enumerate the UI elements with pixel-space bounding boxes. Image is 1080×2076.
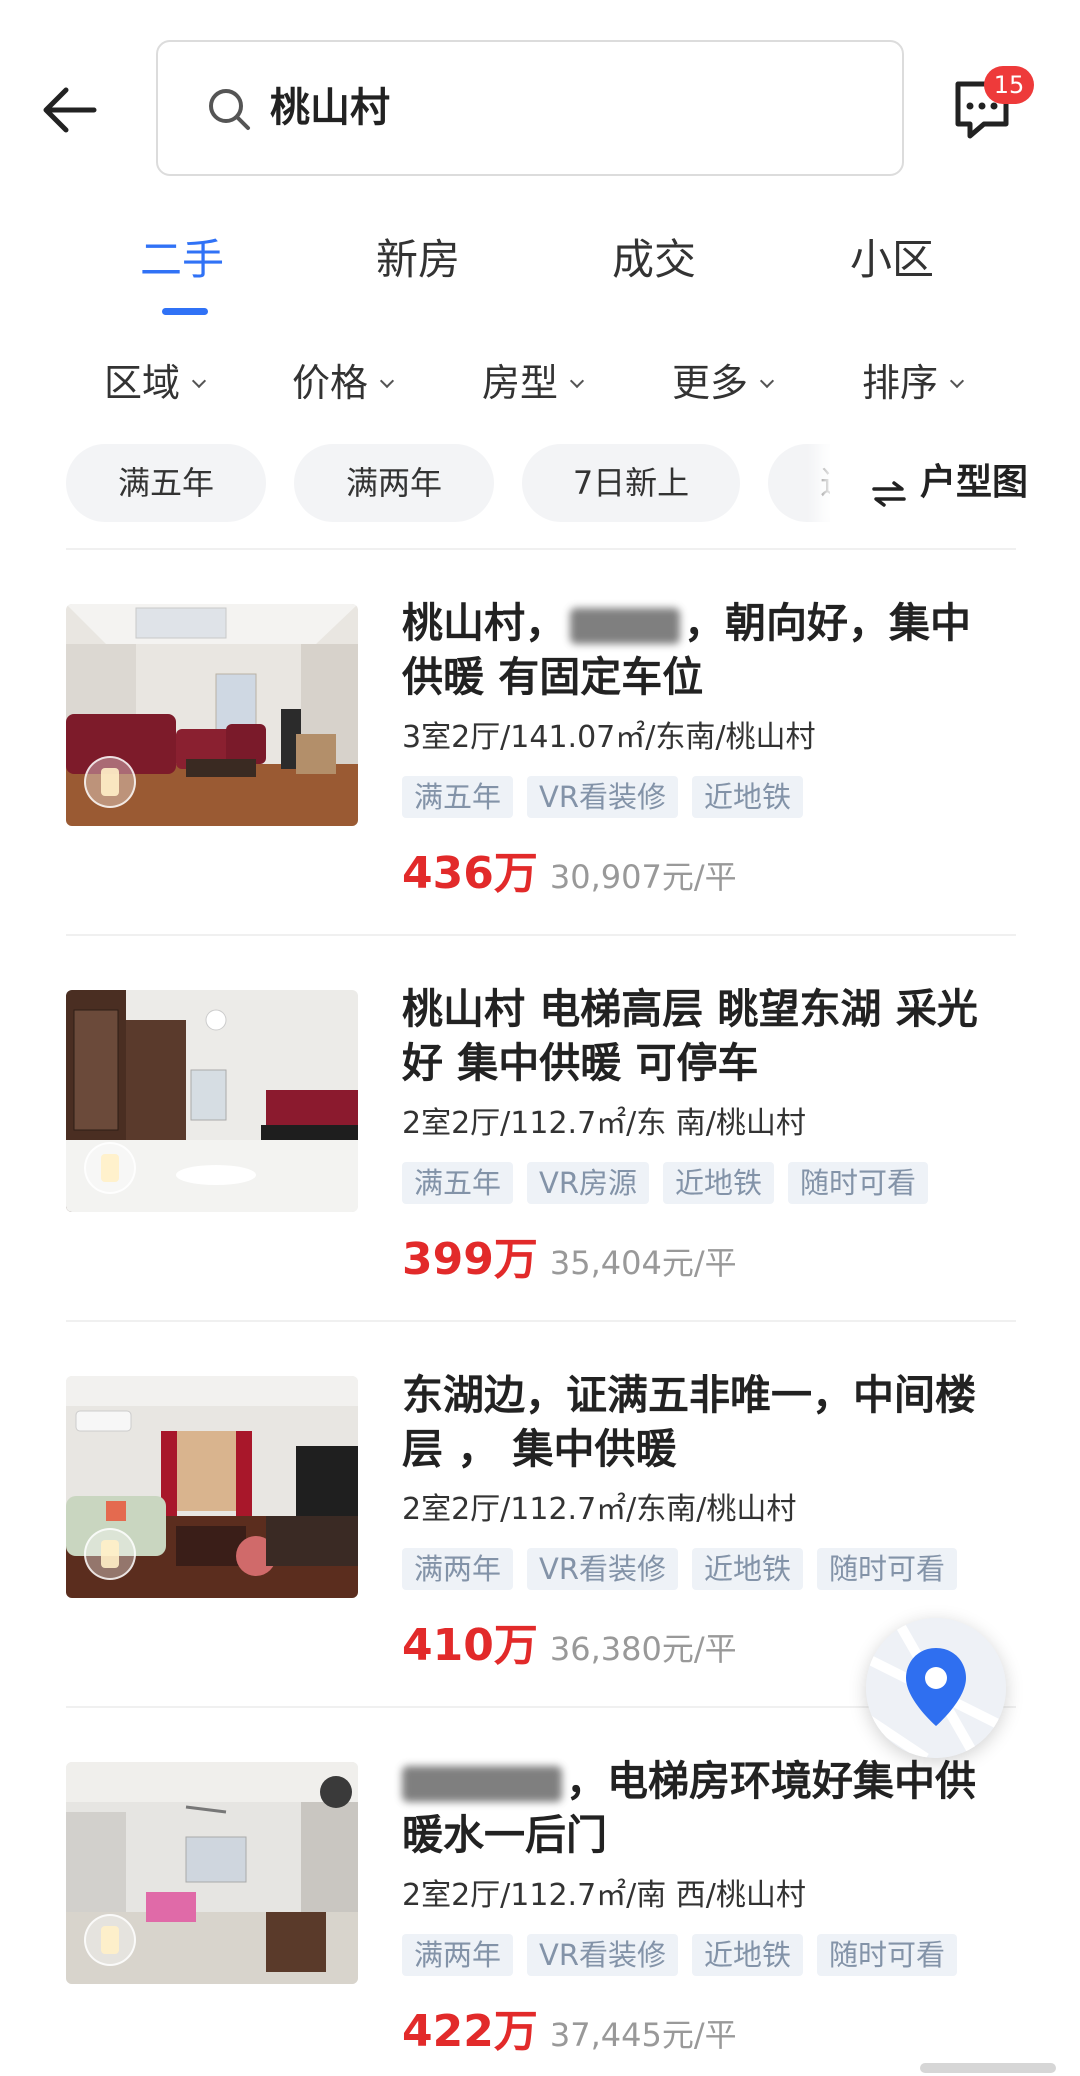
listing-tags: 满两年 VR看装修 近地铁 随时可看 [402, 1548, 971, 1590]
map-button[interactable] [866, 1618, 1006, 1758]
listing-tag: 随时可看 [817, 1934, 958, 1976]
listing-price: 410万 36,380元/平 [402, 1616, 737, 1685]
total-price: 422万 [402, 2006, 538, 2057]
divider [66, 1320, 1016, 1322]
listing-spec: 3室2厅/141.07㎡/东南/桃山村 [402, 720, 816, 755]
listing-tag: 近地铁 [663, 1162, 775, 1204]
listing-photo [66, 990, 358, 1212]
filter-layout[interactable]: 房型 [482, 357, 585, 409]
listing-tag: 近地铁 [692, 776, 804, 818]
listing-title: ，电梯房环境好集中供暖水一后门 [402, 1754, 1002, 1862]
listing-photo [66, 604, 358, 826]
tab-community[interactable]: 小区 [850, 230, 934, 290]
unit-price: 37,445元/平 [549, 2016, 737, 2054]
chevron-down-icon [759, 373, 775, 389]
listing-tags: 满五年 VR房源 近地铁 随时可看 [402, 1162, 942, 1204]
total-price: 410万 [402, 1620, 538, 1671]
filter-more[interactable]: 更多 [672, 357, 775, 409]
filter-price[interactable]: 价格 [292, 357, 395, 409]
listing-tag: 满五年 [402, 1162, 514, 1204]
list-item[interactable]: ，电梯房环境好集中供暖水一后门 2室2厅/112.7㎡/南 西/桃山村 满两年 V… [0, 1757, 1080, 2076]
listing-price: 422万 37,445元/平 [402, 2002, 737, 2071]
listing-tag: VR房源 [527, 1162, 650, 1204]
listing-tag: 近地铁 [692, 1548, 804, 1590]
vr-icon [84, 1914, 136, 1966]
listing-tag: 满五年 [402, 776, 514, 818]
listing-title: 东湖边，证满五非唯一，中间楼层 ， 集中供暖 [402, 1371, 976, 1473]
listing-title-part: 桃山村， [402, 599, 566, 647]
filter-area-label: 区域 [104, 361, 181, 405]
message-badge: 15 [984, 66, 1034, 104]
listing-tag: 满两年 [402, 1934, 514, 1976]
filter-sort-label: 排序 [862, 361, 939, 405]
chip-new-7-days[interactable]: 7日新上 [522, 444, 740, 522]
chevron-down-icon [949, 373, 965, 389]
listing-photo [66, 1376, 358, 1598]
total-price: 436万 [402, 848, 538, 899]
search-query: 桃山村 [270, 85, 390, 131]
tab-new-homes[interactable]: 新房 [376, 230, 460, 290]
vr-icon [84, 756, 136, 808]
listing-tag: VR看装修 [527, 776, 679, 818]
listing-tag: 近地铁 [692, 1934, 804, 1976]
listing-spec: 2室2厅/112.7㎡/东南/桃山村 [402, 1492, 797, 1527]
filter-area[interactable]: 区域 [104, 357, 207, 409]
chevron-down-icon [569, 373, 585, 389]
divider [66, 548, 1016, 550]
chevron-down-icon [379, 373, 395, 389]
listing-tags: 满两年 VR看装修 近地铁 随时可看 [402, 1934, 971, 1976]
listing-tag: 随时可看 [788, 1162, 929, 1204]
floor-plan-label: 户型图 [920, 462, 1029, 503]
listing-price: 399万 35,404元/平 [402, 1230, 737, 1299]
listing-title: 桃山村 电梯高层 眺望东湖 采光好 集中供暖 可停车 [402, 985, 978, 1087]
filter-more-label: 更多 [672, 361, 749, 405]
active-tab-indicator [162, 308, 208, 315]
filter-layout-label: 房型 [482, 361, 559, 405]
listing-tag: VR看装修 [527, 1934, 679, 1976]
tab-bar: 二手 新房 成交 小区 [0, 230, 1080, 310]
vr-icon [84, 1528, 136, 1580]
chip-over-five-years[interactable]: 满五年 [66, 444, 266, 522]
listing-price: 436万 30,907元/平 [402, 844, 737, 913]
listing-spec: 2室2厅/112.7㎡/南 西/桃山村 [402, 1878, 806, 1913]
header: 桃山村 15 [0, 0, 1080, 190]
list-item[interactable]: 桃山村， ，朝向好，集中供暖 有固定车位 3室2厅/141.07㎡/东南/桃山村 … [0, 599, 1080, 989]
list-item[interactable]: 桃山村 电梯高层 眺望东湖 采光好 集中供暖 可停车 2室2厅/112.7㎡/东… [0, 985, 1080, 1375]
listing-tag: 随时可看 [817, 1548, 958, 1590]
unit-price: 35,404元/平 [549, 1244, 737, 1282]
home-indicator [920, 2058, 1056, 2073]
total-price: 399万 [402, 1234, 538, 1285]
unit-price: 30,907元/平 [549, 858, 737, 896]
chip-over-two-years[interactable]: 满两年 [294, 444, 494, 522]
tab-second-hand[interactable]: 二手 [140, 230, 224, 290]
filter-sort[interactable]: 排序 [862, 357, 965, 409]
swap-icon [872, 467, 906, 507]
floor-plan-button[interactable]: 户型图 [872, 454, 1028, 512]
listing-tag: 满两年 [402, 1548, 514, 1590]
listing-title: 桃山村， ，朝向好，集中供暖 有固定车位 [402, 596, 1002, 704]
redacted-text [402, 1766, 562, 1802]
chevron-down-icon [191, 373, 207, 389]
listing-tags: 满五年 VR看装修 近地铁 [402, 776, 817, 818]
search-icon [206, 86, 252, 132]
back-arrow-icon[interactable] [38, 78, 102, 142]
listing-spec: 2室2厅/112.7㎡/东 南/桃山村 [402, 1106, 806, 1141]
listing-tag: VR看装修 [527, 1548, 679, 1590]
listing-photo [66, 1762, 358, 1984]
vr-icon [84, 1142, 136, 1194]
unit-price: 36,380元/平 [549, 1630, 737, 1668]
tab-sold[interactable]: 成交 [612, 230, 696, 290]
redacted-text [570, 608, 680, 644]
map-pin-icon [866, 1618, 1006, 1758]
filter-price-label: 价格 [292, 361, 369, 405]
divider [66, 934, 1016, 936]
search-input[interactable]: 桃山村 [156, 40, 904, 176]
